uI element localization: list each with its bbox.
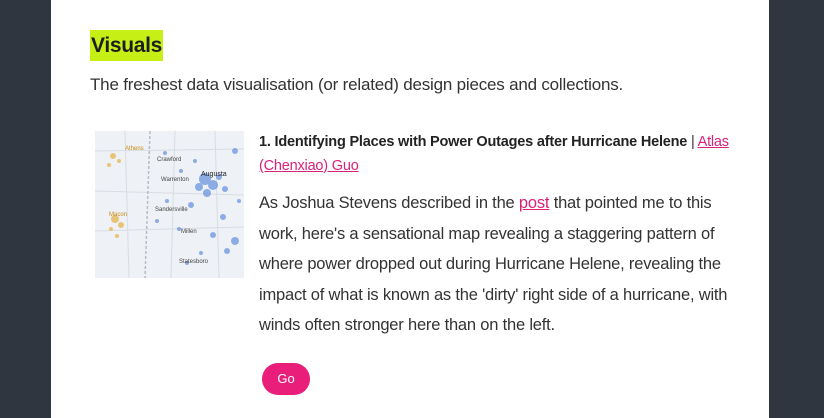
svg-text:Augusta: Augusta [201, 171, 227, 178]
item-title: 1. Identifying Places with Power Outages… [259, 134, 688, 150]
go-button[interactable]: Go [262, 363, 310, 395]
body-text-before: As Joshua Stevens described in the [259, 194, 519, 212]
post-link[interactable]: post [519, 194, 550, 212]
visual-item: 1. Identifying Places with Power Outages… [259, 130, 729, 341]
power-outage-map-icon: Athens Augusta Macon Crawford Warrenton … [95, 131, 244, 278]
svg-text:Athens: Athens [125, 146, 144, 152]
svg-text:Statesboro: Statesboro [179, 259, 209, 265]
svg-text:Warrenton: Warrenton [161, 177, 189, 183]
item-description: As Joshua Stevens described in the post … [259, 188, 729, 341]
svg-text:Crawford: Crawford [157, 157, 181, 163]
item-separator: | [687, 134, 698, 150]
content-card: Visuals The freshest data visualisation … [51, 0, 769, 418]
item-heading: 1. Identifying Places with Power Outages… [259, 130, 729, 178]
svg-text:Macon: Macon [109, 212, 127, 218]
map-thumbnail-image[interactable]: Athens Augusta Macon Crawford Warrenton … [95, 131, 244, 278]
svg-text:Sandersville: Sandersville [155, 207, 188, 213]
svg-text:Millen: Millen [181, 229, 197, 235]
body-text-after: that pointed me to this work, here's a s… [259, 194, 728, 334]
section-description: The freshest data visualisation (or rela… [90, 75, 624, 94]
section-title: Visuals [90, 30, 164, 61]
